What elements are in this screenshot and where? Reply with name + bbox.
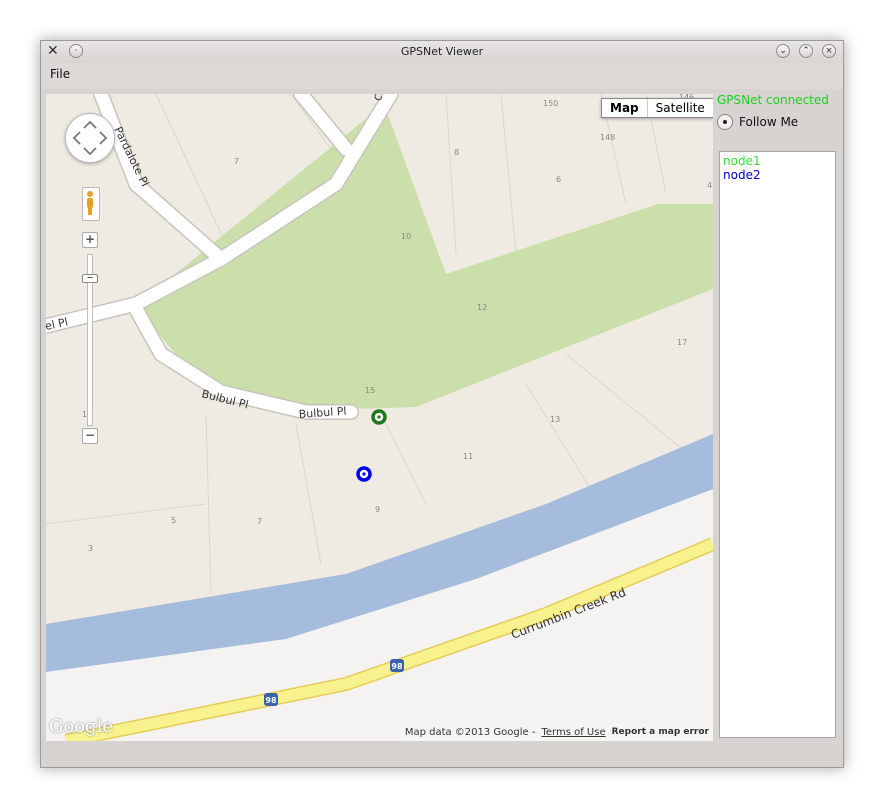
lot-12: 12 xyxy=(477,303,487,312)
title-bar: ✕ · GPSNet Viewer ⌄ ⌃ × xyxy=(41,41,843,63)
lot-3: 3 xyxy=(88,544,93,553)
road-label-el-pl: el Pl xyxy=(46,315,69,333)
map-type-control: Map Satellite xyxy=(601,98,713,118)
street-view-pegman[interactable] xyxy=(82,187,100,221)
lot-148: 148 xyxy=(600,133,615,142)
node1-marker[interactable] xyxy=(371,409,387,425)
zoom-in-button[interactable]: + xyxy=(82,232,98,248)
highway-shield-1: 98 xyxy=(264,693,278,706)
close-button[interactable]: × xyxy=(822,44,836,58)
pegman-icon xyxy=(87,191,93,215)
lot-5: 5 xyxy=(171,516,176,525)
highway-shield-2: 98 xyxy=(390,659,404,672)
menu-file[interactable]: File xyxy=(50,67,70,81)
follow-me-radio-indicator[interactable] xyxy=(717,114,733,130)
map-view[interactable]: 98 98 Bulbul Pl Bulbul Pl Pardalote Pl e… xyxy=(46,94,713,741)
lot-150: 150 xyxy=(543,99,558,108)
terms-of-use-link[interactable]: Terms of Use xyxy=(541,727,605,738)
map-canvas[interactable]: 98 98 Bulbul Pl Bulbul Pl Pardalote Pl e… xyxy=(46,94,713,741)
lot-11: 11 xyxy=(463,452,473,461)
pan-control[interactable] xyxy=(65,113,115,163)
lot-6: 6 xyxy=(556,175,561,184)
lot-13: 13 xyxy=(550,415,560,424)
lot-4: 4 xyxy=(707,181,712,190)
lot-7a: 7 xyxy=(234,157,239,166)
pan-arrows-icon xyxy=(72,120,108,156)
node2-marker[interactable] xyxy=(356,466,372,482)
zoom-slider-handle[interactable]: − xyxy=(82,274,98,283)
map-type-map-button[interactable]: Map xyxy=(602,99,648,117)
zoom-out-button[interactable]: − xyxy=(82,428,98,444)
google-logo: Google xyxy=(49,716,113,737)
lot-15: 15 xyxy=(365,386,375,395)
connection-status: GPSNet connected xyxy=(717,93,829,107)
map-attribution: Map data ©2013 Google - Terms of Use Rep… xyxy=(400,724,713,741)
lot-9: 9 xyxy=(375,505,380,514)
highway-shield-1-label: 98 xyxy=(265,696,277,705)
follow-me-radio[interactable]: Follow Me xyxy=(717,112,798,132)
lot-17: 17 xyxy=(677,338,687,347)
map-type-satellite-button[interactable]: Satellite xyxy=(648,99,713,117)
minimize-button[interactable]: ⌄ xyxy=(776,44,790,58)
map-data-text: Map data ©2013 Google - xyxy=(404,727,536,738)
node-list-item-node1[interactable]: node1 xyxy=(723,154,832,168)
app-window: ✕ · GPSNet Viewer ⌄ ⌃ × File 98 98 Bulbu… xyxy=(40,40,844,768)
report-map-error-link[interactable]: Report a map error xyxy=(612,727,709,738)
lot-7b: 7 xyxy=(257,517,262,526)
node-list-item-node2[interactable]: node2 xyxy=(723,168,832,182)
lot-10: 10 xyxy=(401,232,411,241)
window-title: GPSNet Viewer xyxy=(400,45,484,58)
highway-shield-2-label: 98 xyxy=(391,662,403,671)
maximize-button[interactable]: ⌃ xyxy=(799,44,813,58)
follow-me-label[interactable]: Follow Me xyxy=(739,115,798,129)
lot-8: 8 xyxy=(454,148,459,157)
menu-bar: File xyxy=(41,63,843,89)
node-list[interactable]: node1 node2 xyxy=(719,151,836,738)
